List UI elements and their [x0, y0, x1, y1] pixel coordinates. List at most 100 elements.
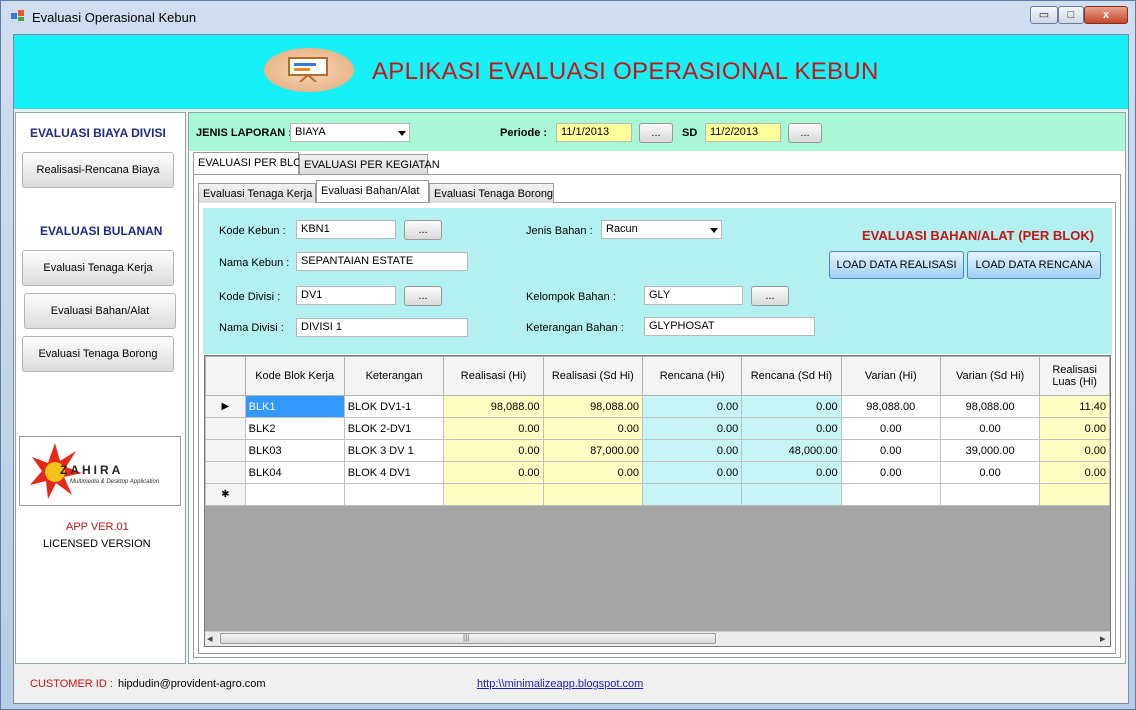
table-row[interactable]: ▶ BLK1 BLOK DV1-1 98,088.00 98,088.00 0.…: [205, 395, 1110, 418]
grid-cell[interactable]: 0.00: [641, 417, 743, 440]
grid-cell[interactable]: 11.40: [1039, 395, 1110, 418]
new-row[interactable]: ✱: [205, 483, 1110, 506]
grid-cell[interactable]: BLOK 4 DV1: [343, 461, 445, 484]
tab-evaluasi-tenaga-borong[interactable]: Evaluasi Tenaga Borong: [429, 183, 554, 203]
grid-cell[interactable]: BLK03: [244, 439, 345, 462]
tenaga-kerja-button[interactable]: Evaluasi Tenaga Kerja: [22, 250, 174, 286]
grid-cell[interactable]: [1039, 483, 1110, 506]
periode-to-field[interactable]: 11/2/2013: [705, 123, 781, 142]
col-header-varian-hi[interactable]: Varian (Hi): [840, 356, 941, 396]
periode-from-field[interactable]: 11/1/2013: [556, 123, 632, 142]
load-rencana-button[interactable]: LOAD DATA RENCANA: [967, 251, 1101, 279]
grid-cell[interactable]: 0.00: [443, 461, 544, 484]
jenis-bahan-select[interactable]: Racun: [601, 220, 722, 239]
kode-divisi-browse-button[interactable]: ...: [404, 286, 442, 306]
grid-cell[interactable]: 48,000.00: [741, 439, 842, 462]
scroll-left-icon[interactable]: ◂: [207, 632, 213, 645]
new-row-marker[interactable]: ✱: [205, 483, 246, 506]
grid-cell[interactable]: 0.00: [939, 461, 1041, 484]
grid-cell[interactable]: 0.00: [1039, 439, 1110, 462]
grid-cell[interactable]: 0.00: [1039, 417, 1110, 440]
grid-cell[interactable]: 0.00: [939, 417, 1041, 440]
grid-cell[interactable]: 0.00: [542, 417, 644, 440]
periode-to-browse-button[interactable]: ...: [788, 123, 822, 143]
col-header-rencana-sd-hi[interactable]: Rencana (Sd Hi): [741, 356, 842, 396]
grid-cell[interactable]: [542, 483, 644, 506]
grid-cell[interactable]: 0.00: [443, 417, 544, 440]
grid-cell[interactable]: 0.00: [443, 439, 544, 462]
row-selector[interactable]: [205, 439, 246, 462]
grid-cell[interactable]: 98,088.00: [939, 395, 1041, 418]
kode-kebun-browse-button[interactable]: ...: [404, 220, 442, 240]
grid-cell[interactable]: BLK1: [244, 395, 345, 418]
tab-evaluasi-per-blok[interactable]: EVALUASI PER BLOK: [193, 152, 309, 174]
col-header-realisasi-hi[interactable]: Realisasi (Hi): [443, 356, 544, 396]
grid-cell[interactable]: 0.00: [741, 461, 842, 484]
grid-cell[interactable]: 87,000.00: [542, 439, 644, 462]
data-grid[interactable]: Kode Blok Kerja Keterangan Realisasi (Hi…: [204, 355, 1111, 647]
bahan-alat-button[interactable]: Evaluasi Bahan/Alat: [24, 293, 176, 329]
col-header-rencana-hi[interactable]: Rencana (Hi): [641, 356, 743, 396]
grid-cell[interactable]: 98,088.00: [542, 395, 644, 418]
grid-cell[interactable]: 98,088.00: [443, 395, 544, 418]
nama-divisi-field[interactable]: DIVISI 1: [296, 318, 468, 337]
grid-cell[interactable]: [343, 483, 445, 506]
grid-cell[interactable]: 98,088.00: [840, 395, 941, 418]
grid-cell[interactable]: BLOK 3 DV 1: [343, 439, 445, 462]
close-button[interactable]: x: [1084, 6, 1128, 24]
grid-cell[interactable]: [443, 483, 544, 506]
grid-cell[interactable]: [939, 483, 1041, 506]
row-selector-current[interactable]: ▶: [205, 395, 246, 418]
row-selector[interactable]: [205, 461, 246, 484]
tab-evaluasi-per-kegiatan[interactable]: EVALUASI PER KEGIATAN: [299, 154, 440, 174]
kelompok-bahan-field[interactable]: GLY: [644, 286, 743, 305]
tab-evaluasi-bahan-alat[interactable]: Evaluasi Bahan/Alat: [316, 180, 429, 202]
periode-from-browse-button[interactable]: ...: [639, 123, 673, 143]
realisasi-rencana-button[interactable]: Realisasi-Rencana Biaya: [22, 152, 174, 188]
jenis-laporan-select[interactable]: BIAYA: [290, 123, 410, 142]
minimize-button[interactable]: ▭: [1030, 6, 1058, 24]
grid-cell[interactable]: 0.00: [840, 417, 941, 440]
grid-cell[interactable]: 0.00: [641, 395, 743, 418]
grid-cell[interactable]: 0.00: [840, 439, 941, 462]
grid-cell[interactable]: BLOK 2-DV1: [343, 417, 445, 440]
grid-cell[interactable]: 0.00: [542, 461, 644, 484]
data-grid-table: Kode Blok Kerja Keterangan Realisasi (Hi…: [205, 356, 1110, 506]
col-header-realisasi-sd-hi[interactable]: Realisasi (Sd Hi): [542, 356, 644, 396]
tab-evaluasi-tenaga-kerja[interactable]: Evaluasi Tenaga Kerja: [198, 183, 316, 203]
col-header-varian-sd-hi[interactable]: Varian (Sd Hi): [939, 356, 1041, 396]
col-header-keterangan[interactable]: Keterangan: [343, 356, 445, 396]
grid-cell[interactable]: BLK04: [244, 461, 345, 484]
scroll-right-icon[interactable]: ▸: [1100, 632, 1106, 645]
maximize-button[interactable]: □: [1058, 6, 1084, 24]
grid-cell[interactable]: BLOK DV1-1: [343, 395, 445, 418]
grid-cell[interactable]: 0.00: [741, 395, 842, 418]
scrollbar-thumb[interactable]: |||: [220, 633, 716, 644]
grid-cell[interactable]: [741, 483, 842, 506]
grid-cell[interactable]: [244, 483, 345, 506]
kode-kebun-field[interactable]: KBN1: [296, 220, 396, 239]
table-row[interactable]: BLK04 BLOK 4 DV1 0.00 0.00 0.00 0.00 0.0…: [205, 461, 1110, 484]
website-link[interactable]: http:\\minimalizeapp.blogspot.com: [477, 678, 643, 690]
tenaga-borong-button[interactable]: Evaluasi Tenaga Borong: [22, 336, 174, 372]
load-realisasi-button[interactable]: LOAD DATA REALISASI: [829, 251, 964, 279]
row-selector[interactable]: [205, 417, 246, 440]
table-row[interactable]: BLK2 BLOK 2-DV1 0.00 0.00 0.00 0.00 0.00…: [205, 417, 1110, 440]
table-row[interactable]: BLK03 BLOK 3 DV 1 0.00 87,000.00 0.00 48…: [205, 439, 1110, 462]
col-header-realisasi-luas-hi[interactable]: Realisasi Luas (Hi): [1039, 356, 1110, 396]
grip-icon: |||: [463, 633, 470, 642]
kode-divisi-field[interactable]: DV1: [296, 286, 396, 305]
grid-cell[interactable]: 0.00: [741, 417, 842, 440]
grid-cell[interactable]: BLK2: [244, 417, 345, 440]
grid-cell[interactable]: 0.00: [1039, 461, 1110, 484]
grid-cell[interactable]: [641, 483, 743, 506]
col-header-kode-blok[interactable]: Kode Blok Kerja: [244, 356, 345, 396]
grid-cell[interactable]: 0.00: [641, 439, 743, 462]
nama-kebun-field[interactable]: SEPANTAIAN ESTATE: [296, 252, 468, 271]
keterangan-bahan-field[interactable]: GLYPHOSAT: [644, 317, 815, 336]
grid-cell[interactable]: 0.00: [840, 461, 941, 484]
grid-cell[interactable]: [840, 483, 941, 506]
grid-cell[interactable]: 0.00: [641, 461, 743, 484]
grid-cell[interactable]: 39,000.00: [939, 439, 1041, 462]
kelompok-bahan-browse-button[interactable]: ...: [751, 286, 789, 306]
